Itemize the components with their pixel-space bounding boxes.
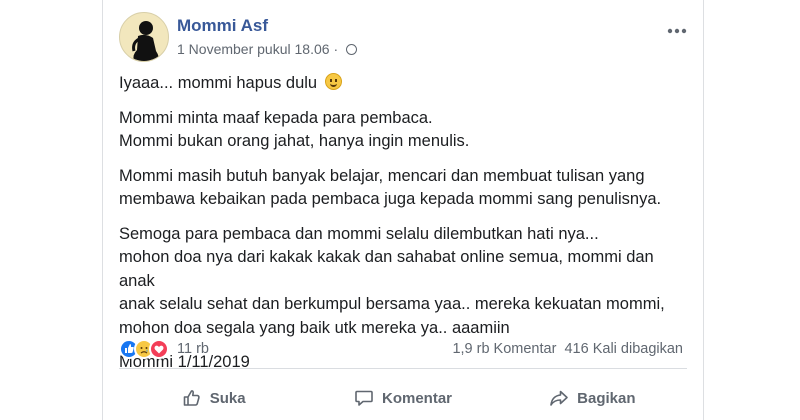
text-line: Semoga para pembaca dan mommi selalu dil… bbox=[119, 224, 599, 243]
post-timestamp[interactable]: 1 November pukul 18.06 bbox=[177, 41, 330, 57]
post-stats: 11 rb 1,9 rb Komentar 416 Kali dibagikan bbox=[119, 338, 687, 360]
comment-icon bbox=[355, 390, 373, 406]
post-meta: 1 November pukul 18.06 · bbox=[177, 41, 357, 57]
like-label: Suka bbox=[209, 389, 246, 407]
paragraph: Semoga para pembaca dan mommi selalu dil… bbox=[119, 223, 689, 341]
more-horizontal-icon bbox=[667, 28, 687, 34]
comment-count[interactable]: 1,9 rb Komentar bbox=[452, 341, 556, 357]
paragraph: Mommi minta maaf kepada para pembaca. Mo… bbox=[119, 107, 689, 154]
love-reaction-icon bbox=[149, 339, 169, 359]
paragraph: Iyaaa... mommi hapus dulu bbox=[119, 72, 689, 96]
meta-separator: · bbox=[333, 41, 339, 57]
share-count[interactable]: 416 Kali dibagikan bbox=[564, 341, 683, 357]
text-line: mohon doa segala yang baik utk mereka ya… bbox=[119, 318, 510, 337]
author-name[interactable]: Mommi Asf bbox=[177, 16, 268, 36]
text-line: Mommi minta maaf kepada para pembaca. bbox=[119, 108, 433, 127]
text-line: membawa kebaikan pada pembaca juga kepad… bbox=[119, 190, 662, 208]
text-line: Iyaaa... mommi hapus dulu bbox=[119, 74, 318, 92]
post-header: Mommi Asf 1 November pukul 18.06 · bbox=[119, 12, 687, 62]
comment-button[interactable]: Komentar bbox=[308, 376, 497, 420]
more-options-button[interactable] bbox=[667, 18, 687, 39]
share-arrow-icon bbox=[550, 390, 568, 406]
share-button[interactable]: Bagikan bbox=[498, 376, 687, 420]
divider bbox=[119, 368, 687, 369]
text-line: Mommi bukan orang jahat, hanya ingin men… bbox=[119, 132, 470, 150]
avatar[interactable] bbox=[119, 12, 169, 62]
thumbs-up-icon bbox=[183, 390, 200, 406]
paragraph: Mommi masih butuh banyak belajar, mencar… bbox=[119, 165, 689, 212]
like-button[interactable]: Suka bbox=[119, 376, 308, 420]
post-card: Mommi Asf 1 November pukul 18.06 · Iyaaa… bbox=[102, 0, 704, 420]
comment-label: Komentar bbox=[381, 389, 452, 407]
engagement-counts: 1,9 rb Komentar 416 Kali dibagikan bbox=[452, 341, 683, 357]
smile-emoji-icon bbox=[324, 73, 342, 90]
text-line: mohon doa nya dari kakak kakak dan sahab… bbox=[119, 248, 654, 290]
share-label: Bagikan bbox=[577, 389, 636, 407]
text-line: Mommi masih butuh banyak belajar, mencar… bbox=[119, 166, 645, 185]
reaction-count[interactable]: 11 rb bbox=[177, 341, 209, 357]
action-bar: Suka Komentar Bagikan bbox=[119, 376, 687, 420]
silhouette-icon bbox=[132, 21, 159, 61]
globe-icon[interactable] bbox=[346, 44, 357, 55]
text-line: anak selalu sehat dan berkumpul bersama … bbox=[119, 295, 665, 313]
